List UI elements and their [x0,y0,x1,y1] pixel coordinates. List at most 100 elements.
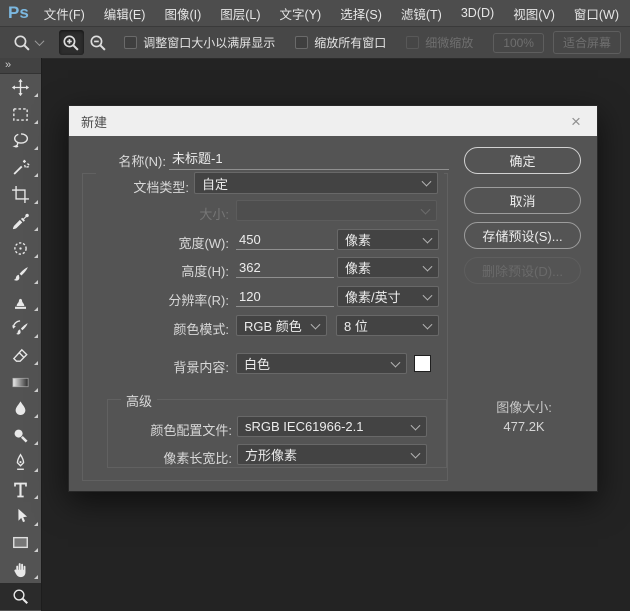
menu-window[interactable]: 窗口(W) [574,4,619,23]
zoom-in-icon [61,33,81,53]
tool-eraser[interactable] [0,342,41,369]
doc-type-value: 自定 [202,174,228,193]
move-icon [11,78,30,97]
height-unit-dropdown[interactable]: 像素 [337,257,439,278]
background-color-swatch[interactable] [414,355,431,372]
color-mode-dropdown[interactable]: RGB 颜色 [236,315,327,336]
double-chevron-icon: » [5,59,12,71]
bit-depth-dropdown[interactable]: 8 位 [336,315,439,336]
chevron-down-icon [423,319,433,329]
width-input[interactable]: 450 [236,229,334,250]
pen-icon [11,453,30,472]
color-mode-value: RGB 颜色 [244,316,302,335]
tool-preset-picker[interactable] [12,33,43,53]
clone-stamp-icon [11,292,30,311]
menu-edit[interactable]: 编辑(E) [104,4,146,23]
menu-filter[interactable]: 滤镜(T) [401,4,442,23]
resolution-input[interactable]: 120 [236,286,334,307]
menu-3d[interactable]: 3D(D) [461,6,494,20]
background-dropdown[interactable]: 白色 [236,353,407,374]
zoom-in-button[interactable] [59,30,84,55]
dialog-titlebar[interactable]: 新建 × [69,106,597,136]
height-input[interactable]: 362 [236,257,334,278]
scrubby-zoom-checkbox-label: 细微缩放 [425,34,473,51]
close-icon[interactable]: × [567,113,585,130]
fit-window-checkbox-label[interactable]: 调整窗口大小以满屏显示 [143,34,275,51]
chevron-down-icon [411,420,421,430]
selection-arrow-icon [11,507,30,526]
tool-crop[interactable] [0,181,41,208]
cancel-button[interactable]: 取消 [464,187,581,214]
fit-window-checkbox[interactable] [124,36,137,49]
menu-image[interactable]: 图像(I) [164,4,201,23]
tool-dodge[interactable] [0,422,41,449]
name-label: 名称(N): [86,151,166,170]
tool-clone-stamp[interactable] [0,288,41,315]
photoshop-window: { "menu_bar": { "logo": "Ps", "items": [… [0,0,630,611]
color-profile-dropdown[interactable]: sRGB IEC61966-2.1 [237,416,427,437]
color-mode-label: 颜色模式: [129,319,229,338]
history-brush-icon [11,319,30,338]
crop-icon [11,185,30,204]
doc-type-dropdown[interactable]: 自定 [194,172,438,194]
menu-layer[interactable]: 图层(L) [220,4,260,23]
name-value: 未标题-1 [172,148,223,167]
background-value: 白色 [244,354,270,373]
doc-type-label: 文档类型: [89,177,189,196]
photoshop-logo: Ps [8,3,29,23]
tool-hand[interactable] [0,556,41,583]
tool-magic-wand[interactable] [0,154,41,181]
tool-blur[interactable] [0,396,41,423]
tool-zoom[interactable] [0,583,41,610]
zoom-tool-icon [12,33,32,53]
zoom-all-windows-checkbox-label[interactable]: 缩放所有窗口 [314,34,386,51]
menu-file[interactable]: 文件(F) [44,4,85,23]
chevron-down-icon [35,36,45,46]
name-input[interactable]: 未标题-1 [169,148,449,170]
resolution-value: 120 [239,289,261,304]
tool-path-selection[interactable] [0,503,41,530]
tool-eyedropper[interactable] [0,208,41,235]
magic-wand-icon [11,158,30,177]
tool-gradient[interactable] [0,369,41,396]
color-profile-value: sRGB IEC61966-2.1 [245,419,364,434]
hand-icon [11,560,30,579]
type-icon [11,480,30,499]
menu-type[interactable]: 文字(Y) [280,4,322,23]
options-bar: 调整窗口大小以满屏显示 缩放所有窗口 细微缩放 100% 适合屏幕 [0,27,630,59]
bit-depth-value: 8 位 [344,316,368,335]
tool-lasso[interactable] [0,128,41,155]
tools-panel-collapse-button[interactable]: » [0,58,41,74]
tool-move[interactable] [0,74,41,101]
chevron-down-icon [421,204,431,214]
menu-view[interactable]: 视图(V) [513,4,555,23]
blur-drop-icon [11,399,30,418]
width-unit-dropdown[interactable]: 像素 [337,229,439,250]
tool-healing-brush[interactable] [0,235,41,262]
scrubby-zoom-checkbox [406,36,419,49]
pixel-aspect-dropdown[interactable]: 方形像素 [237,444,427,465]
pixel-aspect-label: 像素长宽比: [112,448,232,467]
gradient-icon [11,373,30,392]
chevron-down-icon [391,357,401,367]
tool-brush[interactable] [0,262,41,289]
zoom-out-button[interactable] [86,30,111,55]
tool-rectangle-shape[interactable] [0,530,41,557]
chevron-down-icon [423,261,433,271]
menu-bar: Ps 文件(F) 编辑(E) 图像(I) 图层(L) 文字(Y) 选择(S) 滤… [0,0,630,27]
tool-history-brush[interactable] [0,315,41,342]
pixel-aspect-value: 方形像素 [245,445,297,464]
advanced-label[interactable]: 高级 [121,391,157,410]
ok-button[interactable]: 确定 [464,147,581,174]
menu-select[interactable]: 选择(S) [340,4,382,23]
width-unit-value: 像素 [345,230,371,249]
brush-icon [11,265,30,284]
save-preset-button[interactable]: 存储预设(S)... [464,222,581,249]
resolution-unit-dropdown[interactable]: 像素/英寸 [337,286,439,307]
tool-pen[interactable] [0,449,41,476]
tool-rectangular-marquee[interactable] [0,101,41,128]
zoom-all-windows-checkbox[interactable] [295,36,308,49]
dodge-icon [11,426,30,445]
tool-type[interactable] [0,476,41,503]
rectangle-shape-icon [11,533,30,552]
